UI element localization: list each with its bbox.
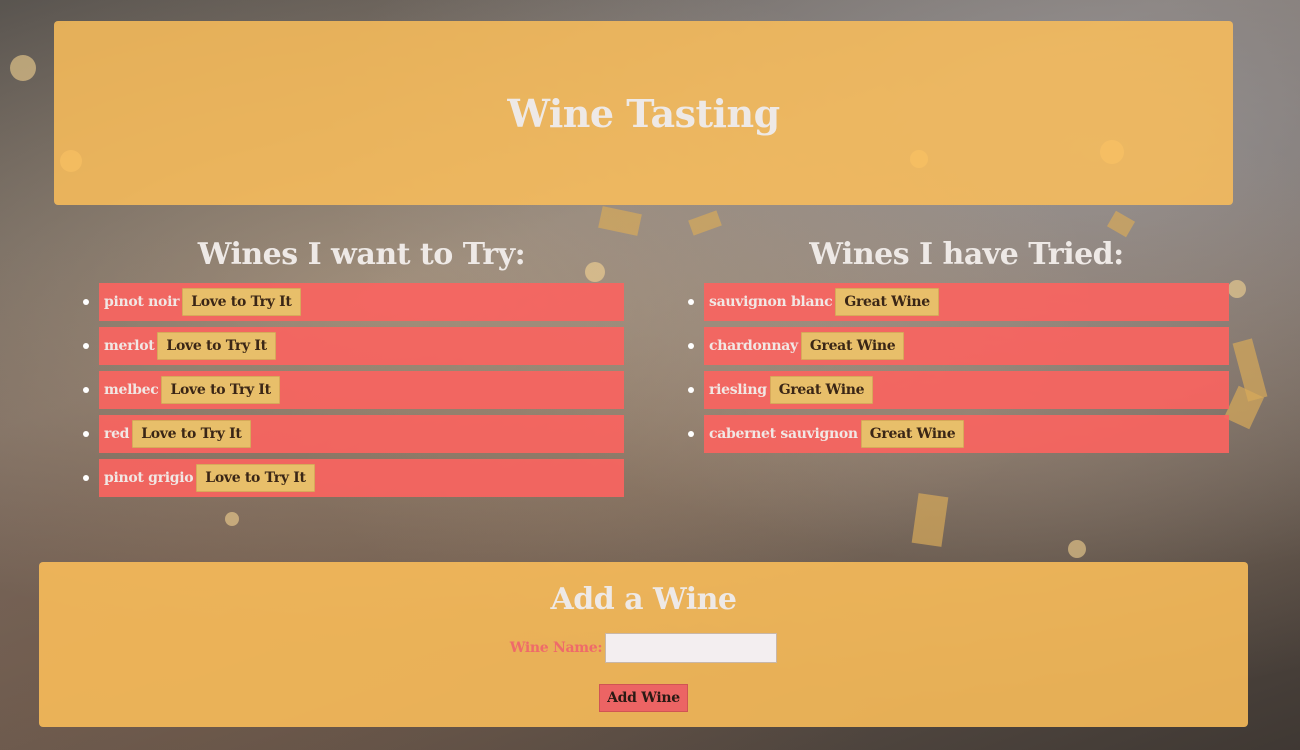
have-tried-list: sauvignon blanc Great Wine chardonnay Gr… — [688, 283, 1229, 453]
want-to-try-heading: Wines I want to Try: — [197, 237, 526, 272]
wine-name-input[interactable] — [605, 633, 778, 663]
list-item: pinot noir Love to Try It — [83, 283, 624, 321]
love-to-try-button[interactable]: Love to Try It — [161, 376, 280, 404]
list-item: pinot grigio Love to Try It — [83, 459, 624, 497]
great-wine-button[interactable]: Great Wine — [835, 288, 939, 316]
love-to-try-button[interactable]: Love to Try It — [196, 464, 315, 492]
love-to-try-button[interactable]: Love to Try It — [157, 332, 276, 360]
wine-name: pinot noir — [104, 294, 180, 310]
list-item: sauvignon blanc Great Wine — [688, 283, 1229, 321]
wine-name-row: Wine Name: — [39, 633, 1248, 663]
wine-name: pinot grigio — [104, 470, 194, 486]
add-wine-button[interactable]: Add Wine — [599, 684, 688, 712]
have-tried-heading: Wines I have Tried: — [809, 237, 1124, 272]
have-tried-column: Wines I have Tried: sauvignon blanc Grea… — [688, 235, 1229, 459]
wine-name: red — [104, 426, 130, 442]
wine-name: merlot — [104, 338, 155, 354]
wine-name: riesling — [709, 382, 767, 398]
want-to-try-list: pinot noir Love to Try It merlot Love to… — [83, 283, 624, 497]
list-item: cabernet sauvignon Great Wine — [688, 415, 1229, 453]
add-wine-panel: Add a Wine Wine Name: Add Wine — [39, 562, 1248, 727]
header-panel: Wine Tasting — [54, 21, 1233, 205]
wine-name-label: Wine Name: — [509, 640, 603, 656]
wine-name: sauvignon blanc — [709, 294, 833, 310]
list-item: melbec Love to Try It — [83, 371, 624, 409]
wine-name: melbec — [104, 382, 159, 398]
list-item: red Love to Try It — [83, 415, 624, 453]
list-item: merlot Love to Try It — [83, 327, 624, 365]
wine-name: cabernet sauvignon — [709, 426, 858, 442]
list-item: riesling Great Wine — [688, 371, 1229, 409]
want-to-try-column: Wines I want to Try: pinot noir Love to … — [83, 235, 624, 503]
great-wine-button[interactable]: Great Wine — [860, 420, 965, 448]
add-wine-heading: Add a Wine — [550, 582, 737, 617]
great-wine-button[interactable]: Great Wine — [800, 332, 905, 360]
list-item: chardonnay Great Wine — [688, 327, 1229, 365]
page-title: Wine Tasting — [507, 90, 780, 136]
great-wine-button[interactable]: Great Wine — [769, 376, 874, 404]
wine-name: chardonnay — [709, 338, 798, 354]
love-to-try-button[interactable]: Love to Try It — [132, 420, 251, 448]
love-to-try-button[interactable]: Love to Try It — [182, 288, 301, 316]
